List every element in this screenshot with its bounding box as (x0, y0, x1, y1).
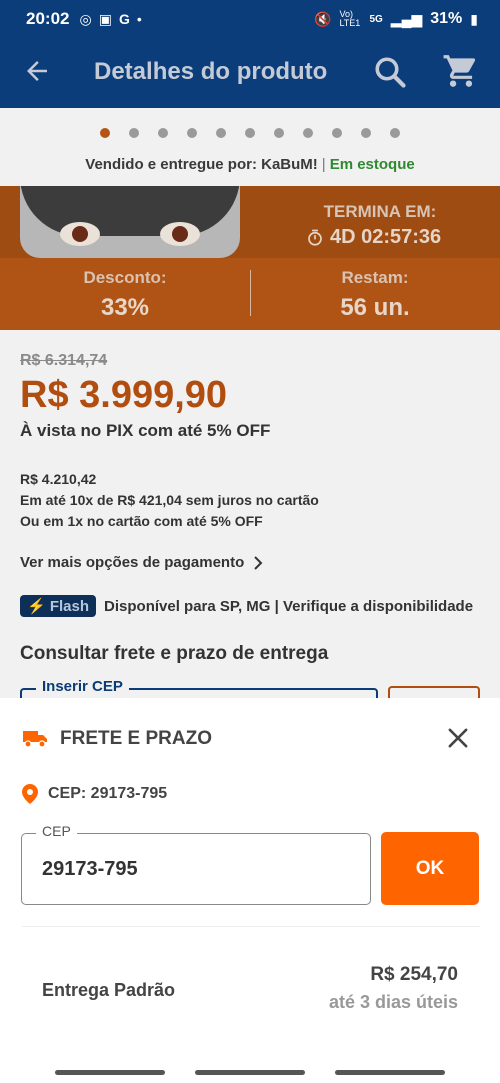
search-icon[interactable] (372, 54, 408, 90)
status-notification-icons: ◎ ▣ G • (79, 11, 141, 28)
shipping-bottom-sheet: FRETE E PRAZO CEP: 29173-795 CEP OK Entr… (0, 698, 500, 1064)
status-system-icons: 🔇 Vo) LTE1 5G ▂▄▆ 31% ▮ (314, 10, 478, 28)
seller-info: Vendido e entregue por: KaBuM! | Em estoqu… (0, 156, 500, 173)
old-price: R$ 6.314,74 (20, 352, 108, 369)
seller-text: Vendido e entregue por: KaBuM! (85, 156, 318, 173)
discount-value: 33% (100, 294, 150, 321)
page-title: Detalhes do produto (94, 58, 328, 85)
background-cep-label: Inserir CEP (36, 678, 129, 695)
more-payment-options-link[interactable]: Ver mais opções de pagamento (20, 554, 480, 571)
flash-text: Disponível para SP, MG | Verifique a dis… (104, 597, 474, 615)
truck-icon (23, 731, 47, 748)
shipping-option-time: até 3 dias úteis (328, 992, 458, 1012)
offer-stats: Desconto: 33% Restam: 56 un. (0, 258, 500, 330)
one-time-text: Ou em 1x no cartão com até 5% OFF (20, 513, 263, 529)
product-details: Vendido e entregue por: KaBuM! | Em estoqu… (0, 108, 500, 728)
offer-countdown: 4D 02:57:36 (306, 226, 441, 249)
price-block: R$ 6.314,74 R$ 3.999,90 À vista no PIX c… (20, 352, 480, 665)
shipping-option-price: R$ 254,70 (370, 964, 458, 985)
status-time: 20:02 (26, 9, 70, 28)
signal-icon: ▂▄▆ (390, 10, 423, 27)
carousel-dot[interactable] (245, 128, 255, 138)
card-total: R$ 4.210,42 (20, 471, 97, 487)
current-cep-text: CEP: 29173-795 (48, 785, 168, 802)
carousel-dot[interactable] (100, 128, 110, 138)
stock-status: Em estoque (329, 156, 415, 173)
carousel-dot[interactable] (274, 128, 284, 138)
google-icon: G (118, 11, 130, 27)
carousel-dot[interactable] (216, 128, 226, 138)
volte-label: Vo) LTE1 (339, 9, 361, 28)
discount-label: Desconto: (83, 268, 167, 287)
battery-icon: ▮ (470, 10, 478, 27)
flash-badge: ⚡ Flash (20, 595, 97, 617)
remaining-value: 56 un. (340, 294, 410, 321)
carousel-dot[interactable] (158, 128, 168, 138)
mute-icon: 🔇 (314, 10, 332, 27)
carousel-dot[interactable] (361, 128, 371, 138)
offer-ends-label: TERMINA EM: (323, 202, 437, 221)
sheet-title: FRETE E PRAZO (60, 728, 213, 749)
gallery-icon: ▣ (98, 10, 112, 27)
dot-icon: • (136, 11, 142, 27)
remaining-label: Restam: (341, 268, 409, 287)
nav-home-handle[interactable] (195, 1070, 305, 1075)
more-payment-label: Ver mais opções de pagamento (20, 554, 245, 571)
current-cep: CEP: 29173-795 (22, 784, 167, 804)
countdown-value: 4D 02:57:36 (330, 226, 442, 248)
shipping-section-title: Consultar frete e prazo de entrega (20, 643, 329, 664)
carousel-dot[interactable] (129, 128, 139, 138)
remaining-block: Restam: 56 un. (250, 268, 500, 322)
offer-banner: TERMINA EM: 4D 02:57:36 (0, 186, 500, 258)
close-icon[interactable] (444, 724, 472, 752)
discount-block: Desconto: 33% (0, 268, 250, 322)
network-label: 5G (369, 13, 383, 25)
carousel-dot[interactable] (390, 128, 400, 138)
current-price: R$ 3.999,90 (20, 374, 228, 416)
battery-level: 31% (430, 10, 463, 27)
carousel-dot[interactable] (303, 128, 313, 138)
cep-field: CEP (21, 823, 371, 905)
cart-icon[interactable] (442, 52, 480, 90)
divider (22, 926, 480, 927)
cep-field-label: CEP (36, 823, 77, 839)
instagram-icon: ◎ (79, 10, 92, 27)
pix-note: À vista no PIX com até 5% OFF (20, 421, 271, 440)
installments-text: Em até 10x de R$ 421,04 sem juros no car… (20, 492, 319, 508)
nav-back-handle[interactable] (335, 1070, 445, 1075)
carousel-dot[interactable] (187, 128, 197, 138)
flash-delivery-row: ⚡ Flash Disponível para SP, MG | Verifiq… (20, 595, 480, 617)
carousel-indicator[interactable] (100, 128, 400, 138)
back-arrow-icon[interactable] (22, 56, 52, 86)
app-bar: Detalhes do produto (0, 38, 500, 108)
location-pin-icon (22, 784, 38, 804)
ok-button[interactable]: OK (381, 832, 479, 905)
sheet-header: FRETE E PRAZO (22, 728, 212, 750)
seller-separator: | (321, 156, 326, 173)
shipping-option-name: Entrega Padrão (42, 980, 176, 1000)
status-bar: 20:02 ◎ ▣ G • 🔇 Vo) LTE1 5G ▂▄▆ 31% ▮ (0, 0, 500, 38)
cep-input[interactable] (42, 854, 342, 884)
ninja-mascot-image (20, 186, 240, 258)
carousel-dot[interactable] (332, 128, 342, 138)
system-nav-bar (0, 1064, 500, 1083)
stopwatch-icon (308, 229, 322, 246)
installment-info: R$ 4.210,42 Em até 10x de R$ 421,04 sem … (20, 469, 480, 532)
chevron-right-icon (254, 555, 263, 570)
nav-recents-handle[interactable] (55, 1070, 165, 1075)
